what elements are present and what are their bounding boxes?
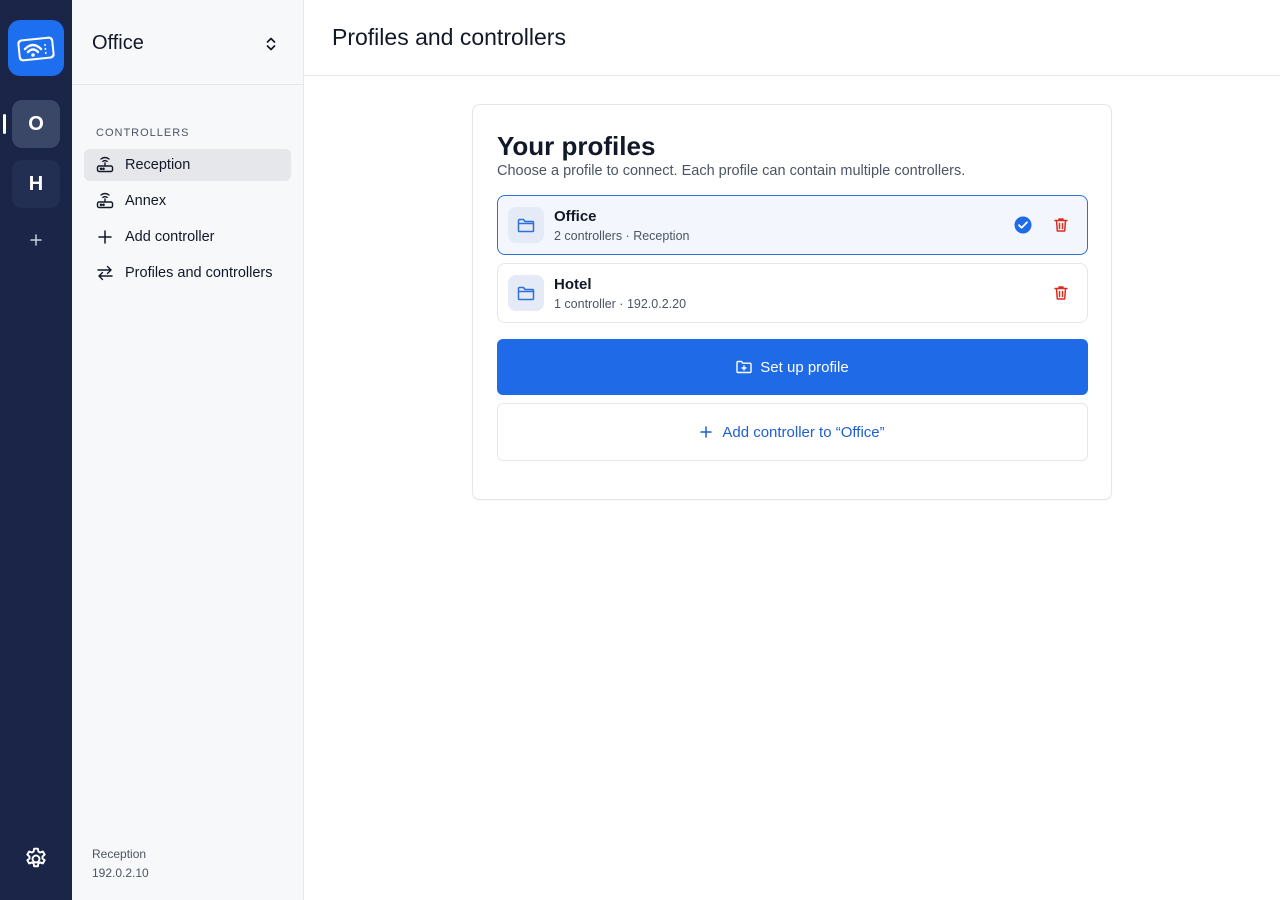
set-up-profile-label: Set up profile: [760, 358, 849, 376]
router-icon: [96, 192, 114, 210]
connected-controller-name: Reception: [92, 847, 147, 861]
arrows-swap-icon: [96, 264, 114, 282]
check-circle-icon: [1014, 216, 1032, 234]
profile-title: Office: [92, 32, 144, 54]
workspace-rail: O H: [0, 0, 72, 900]
plus-icon: [96, 228, 114, 246]
add-controller-to-profile-button[interactable]: Add controller to “Office”: [497, 403, 1088, 461]
profile-item-hotel[interactable]: Hotel 1 controller · 192.0.2.20: [497, 263, 1088, 323]
workspace-hotel[interactable]: H: [12, 160, 60, 208]
controllers-section-label: CONTROLLERS: [96, 127, 190, 139]
app-logo[interactable]: [8, 20, 64, 76]
sidebar-item-label: Profiles and controllers: [125, 265, 273, 281]
gear-icon: [26, 847, 46, 868]
trash-icon: [1054, 286, 1068, 300]
main-header: Profiles and controllers: [304, 0, 1280, 76]
chevron-up-down-icon: [266, 37, 276, 51]
page-title: Profiles and controllers: [332, 24, 566, 50]
profile-name: Office: [554, 208, 597, 225]
plus-icon: [30, 234, 42, 246]
profile-name: Hotel: [554, 276, 592, 293]
profile-item-office[interactable]: Office 2 controllers · Reception: [497, 195, 1088, 255]
plus-icon: [700, 426, 713, 438]
router-icon: [96, 156, 114, 174]
delete-profile-button[interactable]: [1052, 215, 1070, 235]
sidebar-item-label: Reception: [125, 157, 191, 173]
active-workspace-indicator: [3, 114, 6, 134]
profile-meta: 2 controllers · Reception: [554, 229, 690, 243]
profile-switcher-button[interactable]: [260, 32, 282, 56]
card-title: Your profiles: [497, 131, 656, 161]
workspace-office[interactable]: O: [12, 100, 60, 148]
set-up-profile-button[interactable]: Set up profile: [497, 339, 1088, 395]
connected-controller-address: 192.0.2.10: [92, 866, 149, 880]
sidebar: Office CONTROLLERS Reception Annex Add c…: [72, 0, 304, 900]
card-subtitle: Choose a profile to connect. Each profil…: [497, 163, 966, 179]
sidebar-item-label: Add controller: [125, 229, 215, 245]
wifi-ticket-icon: [17, 36, 55, 62]
settings-button[interactable]: [20, 843, 52, 875]
trash-icon: [1054, 218, 1068, 232]
sidebar-item-label: Annex: [125, 193, 167, 209]
sidebar-item-add-controller[interactable]: Add controller: [84, 221, 291, 253]
add-workspace-button[interactable]: [24, 228, 48, 252]
folder-icon: [508, 207, 544, 243]
sidebar-item-annex[interactable]: Annex: [84, 185, 291, 217]
add-controller-to-profile-label: Add controller to “Office”: [722, 423, 885, 441]
folder-plus-icon: [736, 360, 752, 374]
folder-icon: [508, 275, 544, 311]
sidebar-header: Office: [72, 0, 303, 85]
profile-meta: 1 controller · 192.0.2.20: [554, 297, 687, 311]
delete-profile-button[interactable]: [1052, 283, 1070, 303]
sidebar-item-profiles-and-controllers[interactable]: Profiles and controllers: [84, 257, 291, 289]
sidebar-item-reception[interactable]: Reception: [84, 149, 291, 181]
connected-controller-info: Reception 192.0.2.10: [92, 845, 149, 883]
profiles-card: Your profiles Choose a profile to connec…: [472, 104, 1112, 500]
